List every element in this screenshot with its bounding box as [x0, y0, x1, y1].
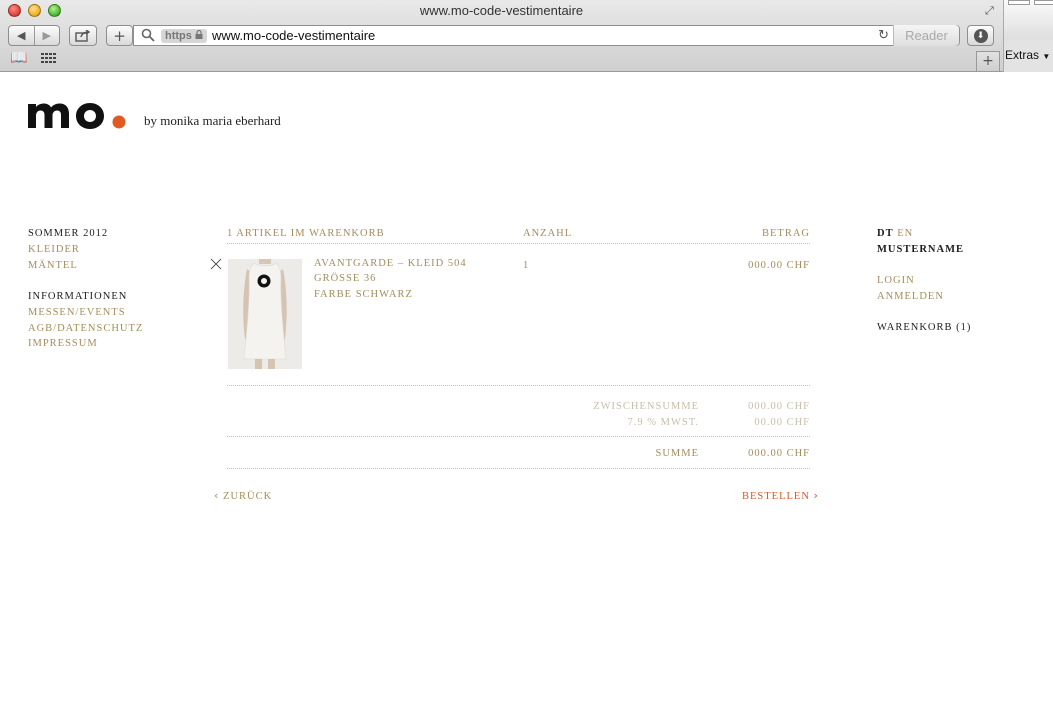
register-link[interactable]: ANMELDEN — [877, 291, 944, 302]
background-window: Extras ▼ — [1003, 0, 1053, 72]
total-value: 000.00 CHF — [748, 448, 810, 459]
divider — [227, 243, 810, 244]
top-sites-icon[interactable] — [41, 53, 57, 64]
window-title: www.mo-code-vestimentaire — [419, 3, 584, 18]
product-image[interactable] — [228, 259, 302, 369]
reader-button[interactable]: Reader — [893, 25, 959, 46]
logo-mark: · — [106, 99, 107, 103]
chevron-right-icon: › — [813, 489, 819, 502]
back-button[interactable]: ‹ ZURÜCK — [214, 489, 272, 502]
subtotal-value: 000.00 CHF — [748, 401, 810, 412]
url-scheme: https — [165, 30, 192, 42]
nav-item-kleider[interactable]: KLEIDER — [28, 244, 80, 255]
subtotal-label: ZWISCHENSUMME — [593, 401, 699, 412]
order-label: BESTELLEN — [742, 491, 810, 502]
tagline: by monika maria eberhard — [144, 113, 281, 128]
divider — [227, 468, 810, 469]
product-name[interactable]: AVANTGARDE – KLEID 504 — [314, 258, 467, 269]
nav-info-title[interactable]: INFORMATIONEN — [28, 291, 127, 302]
reading-list-icon[interactable]: 📖 — [10, 50, 27, 66]
background-field — [1034, 0, 1053, 5]
url-text[interactable]: www.mo-code-vestimentaire — [212, 28, 375, 43]
lock-icon — [195, 30, 203, 39]
dropdown-arrow-icon: ▼ — [1042, 52, 1051, 61]
amount-header: BETRAG — [762, 228, 810, 239]
language-switcher: DT EN — [877, 228, 913, 239]
forward-icon[interactable]: ▶ — [35, 29, 60, 42]
back-label: ZURÜCK — [223, 491, 273, 502]
order-button[interactable]: BESTELLEN › — [742, 489, 819, 502]
mo-logo[interactable]: · — [28, 96, 138, 136]
logo-dot — [112, 115, 126, 129]
nav-item-agb-datenschutz[interactable]: AGB/DATENSCHUTZ — [28, 323, 143, 334]
vat-value: 00.00 CHF — [754, 417, 810, 428]
downloads-button[interactable]: ⬇ — [967, 25, 994, 46]
https-badge: https — [161, 29, 207, 43]
browser-chrome: www.mo-code-vestimentaire ⤢ ◀ ▶ + https … — [0, 0, 1053, 72]
nav-collection-title[interactable]: SOMMER 2012 — [28, 228, 108, 239]
product-price: 000.00 CHF — [748, 260, 810, 271]
nav-item-maentel[interactable]: MÄNTEL — [28, 260, 78, 271]
bookmarks-bar: 📖 — [0, 48, 1003, 70]
divider — [227, 436, 810, 437]
background-window-top — [1004, 0, 1053, 40]
username: MUSTERNAME — [877, 244, 965, 255]
browser-toolbar: ◀ ▶ + https www.mo-code-vestimentaire ↻ … — [0, 22, 1003, 48]
dress-illustration — [228, 259, 302, 369]
share-icon — [75, 29, 91, 42]
lang-en[interactable]: EN — [897, 228, 913, 239]
product-color: FARBE SCHWARZ — [314, 289, 413, 300]
background-field — [1008, 0, 1030, 5]
nav-item-impressum[interactable]: IMPRESSUM — [28, 338, 98, 349]
back-forward-group: ◀ ▶ — [8, 25, 60, 46]
search-icon — [141, 28, 155, 42]
remove-item-icon[interactable] — [210, 258, 222, 270]
product-quantity[interactable]: 1 — [523, 260, 529, 271]
lang-de[interactable]: DT — [877, 228, 894, 239]
plus-icon: + — [982, 53, 994, 69]
quantity-header: ANZAHL — [523, 228, 573, 239]
cart-link[interactable]: WARENKORB (1) — [877, 322, 971, 333]
title-bar: www.mo-code-vestimentaire ⤢ — [0, 0, 1003, 22]
download-icon: ⬇ — [973, 28, 988, 43]
back-icon[interactable]: ◀ — [9, 29, 34, 42]
nav-item-messen-events[interactable]: MESSEN/EVENTS — [28, 307, 126, 318]
chevron-left-icon: ‹ — [214, 489, 220, 502]
plus-icon: + — [113, 26, 126, 45]
product-size: GRÖSSE 36 — [314, 273, 377, 284]
login-link[interactable]: LOGIN — [877, 275, 915, 286]
extras-menu[interactable]: Extras ▼ — [1005, 48, 1050, 62]
vat-label: 7.9 % MWST. — [627, 417, 699, 428]
reload-icon[interactable]: ↻ — [878, 28, 889, 43]
cart-items-header: 1 ARTIKEL IM WARENKORB — [227, 228, 385, 239]
new-tab-button[interactable]: + — [976, 51, 1000, 71]
divider — [227, 385, 810, 386]
share-button[interactable] — [69, 25, 97, 46]
add-bookmark-button[interactable]: + — [106, 25, 133, 46]
address-bar[interactable]: https www.mo-code-vestimentaire ↻ Reader — [133, 25, 960, 46]
extras-label: Extras — [1005, 48, 1040, 62]
fullscreen-icon[interactable]: ⤢ — [985, 4, 999, 18]
total-label: SUMME — [655, 448, 699, 459]
